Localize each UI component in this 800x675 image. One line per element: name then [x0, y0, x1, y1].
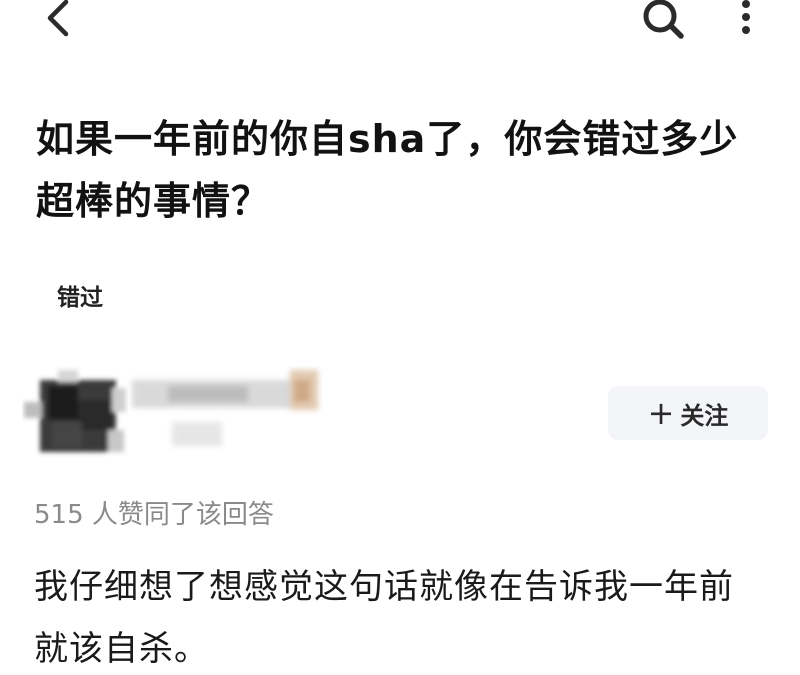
more-button[interactable] [728, 0, 764, 44]
answer-body: 我仔细想了想感觉这句话就像在告诉我一年前就该自杀。 [34, 567, 734, 669]
avatar[interactable] [22, 366, 128, 466]
more-vertical-icon [742, 0, 750, 34]
follow-button[interactable]: + 关注 [608, 386, 768, 440]
plus-icon: + [647, 394, 675, 432]
answer-page: 如果一年前的你自sha了，你会错过多少超棒的事情？ 错过 + 关注 515 人赞… [0, 0, 800, 675]
topic-tag[interactable]: 错过 [57, 278, 103, 312]
follow-label: 关注 [680, 401, 729, 430]
back-button[interactable] [30, 0, 80, 40]
author-name-blurred[interactable] [128, 366, 328, 456]
search-icon [643, 0, 684, 39]
search-button[interactable] [636, 0, 692, 44]
chevron-left-icon [47, 0, 69, 37]
vote-count: 515 人赞同了该回答 [34, 500, 274, 530]
question-title: 如果一年前的你自sha了，你会错过多少超棒的事情？ [36, 117, 739, 223]
